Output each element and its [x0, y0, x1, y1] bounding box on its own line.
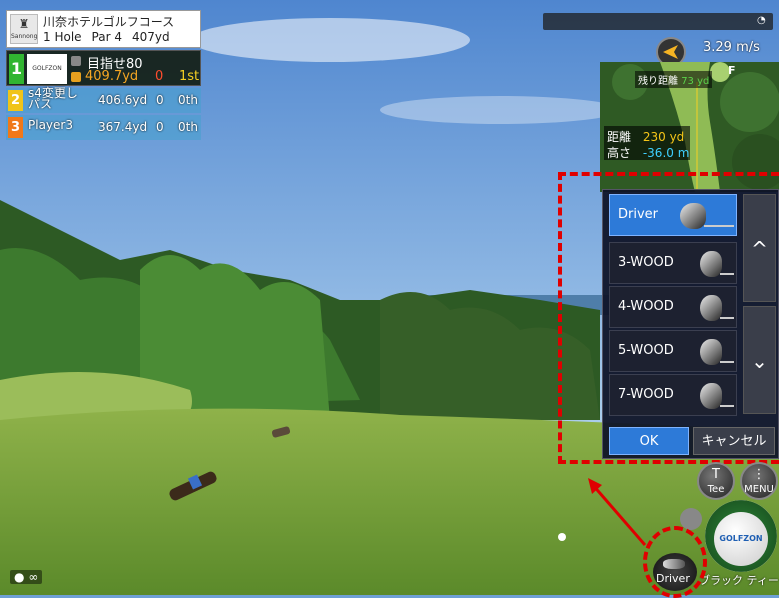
club-item-7-wood[interactable]: 7-WOOD	[609, 374, 737, 416]
rank-badge: 1	[9, 54, 24, 84]
course-info-panel: ♜ Sannong 川奈ホテルゴルフコース 1 Hole Par 4 407yd	[6, 10, 201, 48]
player-row-2: 2 s4変更しパス 406.6yd 0 0th	[6, 86, 201, 113]
shot-distance-box: 距離 230 yd 高さ -36.0 m	[604, 126, 690, 160]
top-status-bar: ◔	[543, 13, 773, 30]
flag-mini-icon	[71, 72, 81, 82]
club-shaft	[720, 273, 734, 275]
menu-button[interactable]: ⋮ MENU	[740, 462, 778, 500]
player-position: 0th	[178, 93, 198, 107]
height-label: 高さ	[607, 146, 632, 160]
player-position: 1st	[179, 69, 200, 84]
player-logo: GOLFZON	[27, 54, 67, 84]
distance-value: 230 yd	[642, 130, 685, 144]
remaining-label: 残り距離	[638, 76, 678, 87]
wood-head-icon	[700, 295, 722, 321]
scroll-down-button[interactable]: ⌄	[743, 306, 776, 414]
wood-head-icon	[700, 251, 722, 277]
view-toggle-button[interactable]: ● ∞	[10, 570, 43, 584]
tee-button-label: Tee	[707, 484, 725, 495]
club-label: Driver	[618, 207, 659, 222]
club-item-driver[interactable]: Driver	[609, 194, 737, 236]
club-item-4-wood[interactable]: 4-WOOD	[609, 286, 737, 328]
club-label: 5-WOOD	[618, 343, 674, 358]
rank-badge: 2	[8, 90, 23, 111]
hole-par: Par 4	[91, 30, 122, 44]
remaining-value: 73 yd	[681, 76, 710, 87]
club-label: 7-WOOD	[618, 387, 674, 402]
player-row-1: 1 GOLFZON 目指せ80 409.7yd 0 1st	[6, 50, 201, 86]
club-shaft	[720, 317, 734, 319]
course-name: 川奈ホテルゴルフコース	[43, 15, 175, 29]
player-position: 0th	[178, 120, 198, 134]
course-logo: ♜ Sannong	[10, 14, 38, 44]
hole-info: 1 Hole Par 4 407yd	[43, 30, 170, 44]
wood-head-icon	[700, 339, 722, 365]
player-strokes: 0	[156, 93, 164, 107]
height-row: 高さ -36.0 m	[607, 144, 689, 161]
hole-number: 1 Hole	[43, 30, 82, 44]
brand-logo: GOLFZON	[719, 534, 763, 543]
chevron-down-icon: ⌄	[751, 349, 768, 373]
club-item-5-wood[interactable]: 5-WOOD	[609, 330, 737, 372]
scroll-up-button[interactable]: ^	[743, 194, 776, 302]
club-label: 4-WOOD	[618, 299, 674, 314]
player-name: Player3	[28, 118, 73, 132]
rank-badge: 3	[8, 117, 23, 138]
player-distance: 367.4yd	[98, 120, 148, 134]
pin-flag-icon: F	[728, 64, 736, 77]
binoculars-icon: ●	[14, 570, 25, 584]
player-distance: 409.7yd	[85, 69, 139, 84]
club-selection-panel: Driver 3-WOOD 4-WOOD 5-WOOD 7-WOOD ^ ⌄ O…	[602, 189, 779, 459]
height-value: -36.0 m	[642, 146, 690, 160]
camera-icon[interactable]: ◔	[757, 15, 769, 27]
player-strokes: 0	[155, 69, 164, 84]
hole-yardage: 407yd	[131, 30, 170, 44]
ok-button[interactable]: OK	[609, 427, 689, 455]
player-row-3: 3 Player3 367.4yd 0 0th	[6, 115, 201, 140]
distance-label: 距離	[607, 130, 632, 144]
tee-icon: T	[712, 467, 720, 482]
club-label: 3-WOOD	[618, 255, 674, 270]
distance-row: 距離 230 yd	[607, 128, 684, 145]
tee-type-label: ブラック ティー	[699, 574, 779, 587]
tee-button[interactable]: T Tee	[697, 462, 735, 500]
wind-speed: 3.29 m/s	[703, 40, 760, 55]
player-strokes: 0	[156, 120, 164, 134]
player-distance: 406.6yd	[98, 93, 148, 107]
club-shaft	[704, 225, 734, 227]
remaining-distance: 残り距離 73 yd	[635, 71, 713, 88]
club-item-3-wood[interactable]: 3-WOOD	[609, 242, 737, 284]
chevron-up-icon: ^	[751, 237, 768, 261]
driver-head-icon	[680, 203, 706, 229]
menu-icon: ⋮	[752, 467, 766, 482]
club-mini-icon	[71, 56, 81, 66]
wood-head-icon	[700, 383, 722, 409]
highlight-dashed-circle	[643, 526, 707, 598]
club-shaft	[720, 361, 734, 363]
player-name: s4変更しパス	[28, 86, 78, 111]
infinity-icon: ∞	[28, 570, 39, 584]
menu-button-label: MENU	[744, 484, 774, 495]
club-shaft	[720, 405, 734, 407]
cancel-button[interactable]: キャンセル	[693, 427, 775, 455]
